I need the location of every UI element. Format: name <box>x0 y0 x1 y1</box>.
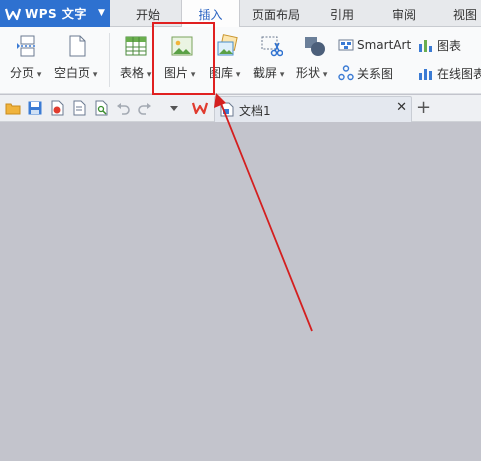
relation-diagram-button[interactable]: 关系图 <box>338 63 393 83</box>
screenshot-scissors-icon <box>261 36 283 57</box>
screenshot-label: 截屏 <box>253 64 284 81</box>
relation-diagram-label: 关系图 <box>357 66 394 81</box>
document-workspace <box>0 123 481 461</box>
customize-dropdown-icon[interactable] <box>166 100 182 116</box>
relation-diagram-icon <box>338 65 354 81</box>
tab-page-layout[interactable]: 页面布局 <box>241 0 311 27</box>
gallery-label: 图库 <box>209 64 240 81</box>
document-tab-name: 文档1 <box>239 104 271 118</box>
print-icon[interactable] <box>71 100 87 116</box>
chevron-down-icon: ▼ <box>98 8 105 18</box>
ribbon-divider <box>109 33 110 87</box>
tab-view[interactable]: 视图 <box>435 0 481 27</box>
menu-tab-bar: WPS 文字 ▼ 开始 插入 页面布局 引用 审阅 视图 <box>0 0 481 28</box>
undo-icon[interactable] <box>115 100 131 116</box>
document-icon <box>220 102 234 117</box>
table-label: 表格 <box>120 64 151 81</box>
save-icon[interactable] <box>27 100 43 116</box>
print-preview-icon[interactable] <box>93 100 109 116</box>
shapes-button[interactable]: 形状 <box>294 27 336 93</box>
picture-button[interactable]: 图片 <box>158 27 210 93</box>
online-chart-label: 在线图表 <box>437 66 481 81</box>
export-pdf-icon[interactable] <box>49 100 65 116</box>
picture-icon <box>171 36 193 56</box>
online-chart-icon <box>419 69 432 80</box>
chart-button[interactable]: 图表 <box>418 35 461 55</box>
gallery-button[interactable]: 图库 <box>206 27 248 93</box>
page-break-icon <box>17 35 37 57</box>
online-chart-button[interactable]: 在线图表 <box>418 63 481 83</box>
blank-page-icon <box>69 35 86 57</box>
wps-logo-icon <box>5 8 21 20</box>
screenshot-button[interactable]: 截屏 <box>250 27 292 93</box>
wps-docer-icon[interactable] <box>192 100 208 116</box>
app-title: WPS 文字 <box>25 7 87 21</box>
shapes-icon <box>305 37 325 56</box>
blank-page-button[interactable]: 空白页 <box>52 27 104 93</box>
gallery-icon <box>217 34 238 56</box>
table-button[interactable]: 表格 <box>116 27 152 93</box>
document-tab[interactable]: 文档1 ✕ <box>214 96 412 122</box>
tab-references[interactable]: 引用 <box>311 0 373 27</box>
blank-page-label: 空白页 <box>54 64 97 81</box>
page-break-label: 分页 <box>10 64 41 81</box>
tab-home[interactable]: 开始 <box>112 0 184 27</box>
bar-chart-icon <box>419 40 432 52</box>
chart-label: 图表 <box>437 38 462 53</box>
tab-review[interactable]: 审阅 <box>373 0 435 27</box>
smartart-label: SmartArt <box>357 38 412 52</box>
wps-app-menu-button[interactable]: WPS 文字 ▼ <box>0 0 110 27</box>
insert-ribbon: 分页 空白页 表格 图片 图库 <box>0 27 481 94</box>
open-folder-icon[interactable] <box>5 100 21 116</box>
smartart-icon <box>338 39 354 51</box>
picture-label: 图片 <box>164 64 195 81</box>
new-tab-icon[interactable]: + <box>416 98 431 118</box>
shapes-label: 形状 <box>296 64 327 81</box>
smartart-button[interactable]: SmartArt <box>338 35 411 55</box>
tab-insert[interactable]: 插入 <box>181 0 240 28</box>
page-break-button[interactable]: 分页 <box>6 27 48 93</box>
redo-icon[interactable] <box>137 100 153 116</box>
table-icon <box>125 36 147 56</box>
close-tab-icon[interactable]: ✕ <box>396 100 407 115</box>
